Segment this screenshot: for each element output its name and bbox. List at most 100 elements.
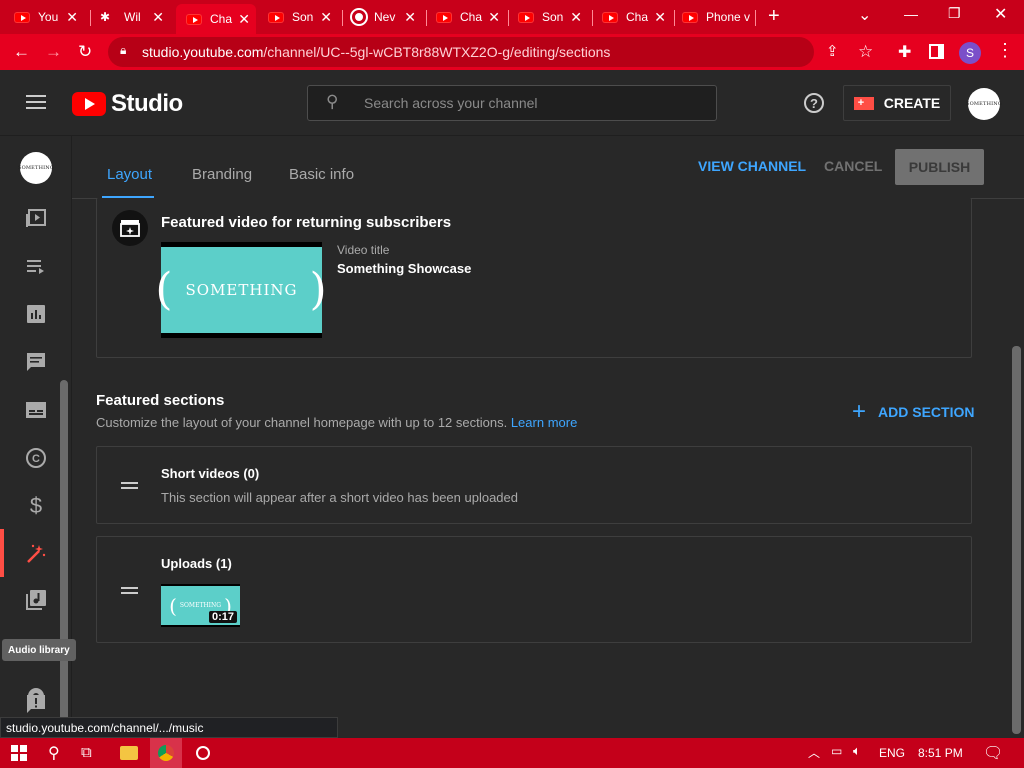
show-hidden-icons-chevron[interactable]: ︿	[808, 744, 820, 761]
browser-tab[interactable]: Cha ✕	[602, 4, 672, 30]
tab-divider	[342, 10, 343, 26]
volume-icon[interactable]: 🔈︎	[853, 743, 861, 759]
back-icon[interactable]: ←	[13, 42, 30, 62]
windows-start-icon[interactable]	[11, 745, 27, 761]
comments-icon[interactable]	[24, 350, 48, 374]
featured-sections-description: Customize the layout of your channel hom…	[96, 415, 577, 430]
close-tab-icon[interactable]: ✕	[570, 9, 582, 26]
browser-tab[interactable]: Son ✕	[268, 4, 338, 30]
tab-search-chevron-icon[interactable]: ⌄	[858, 5, 871, 25]
recorder-taskbar-icon[interactable]	[196, 746, 210, 760]
reload-icon[interactable]: ↻	[78, 42, 92, 62]
extensions-icon[interactable]: ✚	[898, 42, 911, 62]
drag-handle-icon[interactable]	[121, 587, 138, 594]
analytics-icon[interactable]	[24, 302, 48, 326]
tab-branding[interactable]: Branding	[192, 166, 252, 183]
thumb-text: SOMETHING	[185, 281, 298, 299]
create-button[interactable]: + CREATE	[843, 85, 951, 121]
drag-handle-icon[interactable]	[121, 482, 138, 489]
search-icon: ⚲	[326, 92, 339, 111]
subtitles-icon[interactable]	[24, 398, 48, 422]
youtube-icon	[186, 13, 202, 25]
browser-tab[interactable]: Nev ✕	[350, 4, 422, 30]
chrome-icon	[350, 8, 368, 26]
customization-magic-wand-icon[interactable]	[24, 542, 48, 566]
more-menu-icon[interactable]: ⋮	[996, 40, 1014, 61]
view-channel-button[interactable]: VIEW CHANNEL	[698, 158, 806, 174]
content-icon[interactable]	[24, 206, 48, 230]
cancel-button[interactable]: CANCEL	[824, 158, 882, 174]
task-view-icon[interactable]: ⧉	[81, 744, 92, 761]
add-section-button[interactable]: + ADD SECTION	[852, 398, 974, 425]
close-tab-icon[interactable]: ✕	[320, 9, 332, 26]
clock[interactable]: 8:51 PM	[918, 746, 963, 760]
close-tab-icon[interactable]: ✕	[654, 9, 666, 26]
upload-video-thumbnail[interactable]: ( SOMETHING ) 0:17	[161, 584, 240, 627]
clapperboard-sparkle-icon	[120, 220, 140, 237]
youtube-logo-icon	[72, 92, 106, 116]
close-tab-icon[interactable]: ✕	[66, 9, 78, 26]
featured-video-heading: Featured video for returning subscribers	[161, 214, 452, 231]
tab-divider	[90, 10, 91, 26]
search-input[interactable]: ⚲ Search across your channel	[307, 85, 717, 121]
channel-avatar[interactable]: SOMETHING	[18, 152, 54, 184]
side-panel-icon[interactable]	[929, 44, 944, 59]
close-tab-icon[interactable]: ✕	[152, 9, 164, 26]
chrome-taskbar-icon[interactable]	[158, 745, 174, 761]
audio-library-icon[interactable]	[24, 588, 48, 612]
search-icon[interactable]: ⚲	[48, 743, 60, 763]
sidebar-tooltip: Audio library	[2, 639, 76, 661]
notifications-icon[interactable]: 🗨︎	[983, 743, 1003, 763]
close-tab-icon[interactable]: ✕	[488, 9, 500, 26]
playlists-icon[interactable]	[24, 254, 48, 278]
description-text: Customize the layout of your channel hom…	[96, 415, 508, 430]
featured-video-thumbnail[interactable]: ( SOMETHING )	[155, 242, 327, 338]
feedback-icon[interactable]	[24, 692, 48, 716]
search-placeholder: Search across your channel	[364, 95, 538, 111]
browser-tab[interactable]: Phone v	[682, 4, 752, 30]
file-explorer-icon[interactable]	[120, 746, 138, 760]
address-bar[interactable]: 🔒︎ studio.youtube.com/channel/UC--5gl-wC…	[108, 37, 814, 67]
tab-basic-info[interactable]: Basic info	[289, 166, 354, 183]
hamburger-menu-icon[interactable]	[26, 95, 46, 109]
learn-more-link[interactable]: Learn more	[511, 415, 577, 430]
new-tab-icon[interactable]: +	[768, 5, 780, 28]
help-icon[interactable]: ?	[804, 93, 824, 113]
close-tab-icon[interactable]: ✕	[404, 9, 416, 26]
browser-tab[interactable]: Son ✕	[518, 4, 588, 30]
language-indicator[interactable]: ENG	[879, 746, 905, 760]
copyright-icon[interactable]: C	[24, 446, 48, 470]
studio-logo-text: Studio	[111, 90, 183, 117]
browser-tab[interactable]: Cha ✕	[436, 4, 506, 30]
lock-icon: 🔒︎	[120, 43, 127, 57]
video-title: Something Showcase	[337, 261, 472, 276]
network-icon[interactable]: ▭	[831, 744, 842, 758]
close-window-icon[interactable]: ✕	[994, 4, 1007, 24]
browser-tab[interactable]: You ✕	[14, 4, 84, 30]
tab-divider	[592, 10, 593, 26]
tab-title: Nev	[374, 10, 396, 24]
bookmark-star-icon[interactable]: ☆	[858, 42, 873, 62]
youtube-icon	[268, 11, 284, 23]
profile-avatar[interactable]: S	[959, 42, 981, 64]
section-card-short-videos[interactable]: Short videos (0) This section will appea…	[96, 446, 972, 524]
forward-icon[interactable]: →	[45, 42, 62, 62]
plus-icon: +	[852, 398, 867, 425]
share-icon[interactable]: ⇪	[826, 42, 839, 60]
browser-tab[interactable]: ✱ Wil ✕	[100, 4, 170, 30]
minimize-icon[interactable]: —	[904, 6, 918, 22]
maximize-icon[interactable]: ❐	[948, 5, 961, 22]
tab-layout[interactable]: Layout	[107, 166, 152, 183]
browser-tab-strip: You ✕ ✱ Wil ✕ Cha ✕ Son ✕ Nev ✕ Cha ✕ So…	[0, 0, 1024, 34]
sidebar-scrollbar[interactable]	[60, 380, 68, 760]
studio-logo[interactable]: Studio	[72, 90, 183, 118]
earn-dollar-icon[interactable]: $	[24, 494, 48, 518]
section-card-uploads[interactable]: Uploads (1) ( SOMETHING ) 0:17	[96, 536, 972, 643]
publish-button[interactable]: PUBLISH	[895, 149, 984, 185]
tab-divider	[426, 10, 427, 26]
account-avatar[interactable]: SOMETHING	[966, 88, 1002, 120]
close-tab-icon[interactable]: ✕	[238, 11, 250, 28]
svg-text:C: C	[32, 453, 40, 465]
browser-tab-active[interactable]: Cha ✕	[176, 4, 256, 34]
page-scrollbar[interactable]	[1012, 346, 1021, 734]
